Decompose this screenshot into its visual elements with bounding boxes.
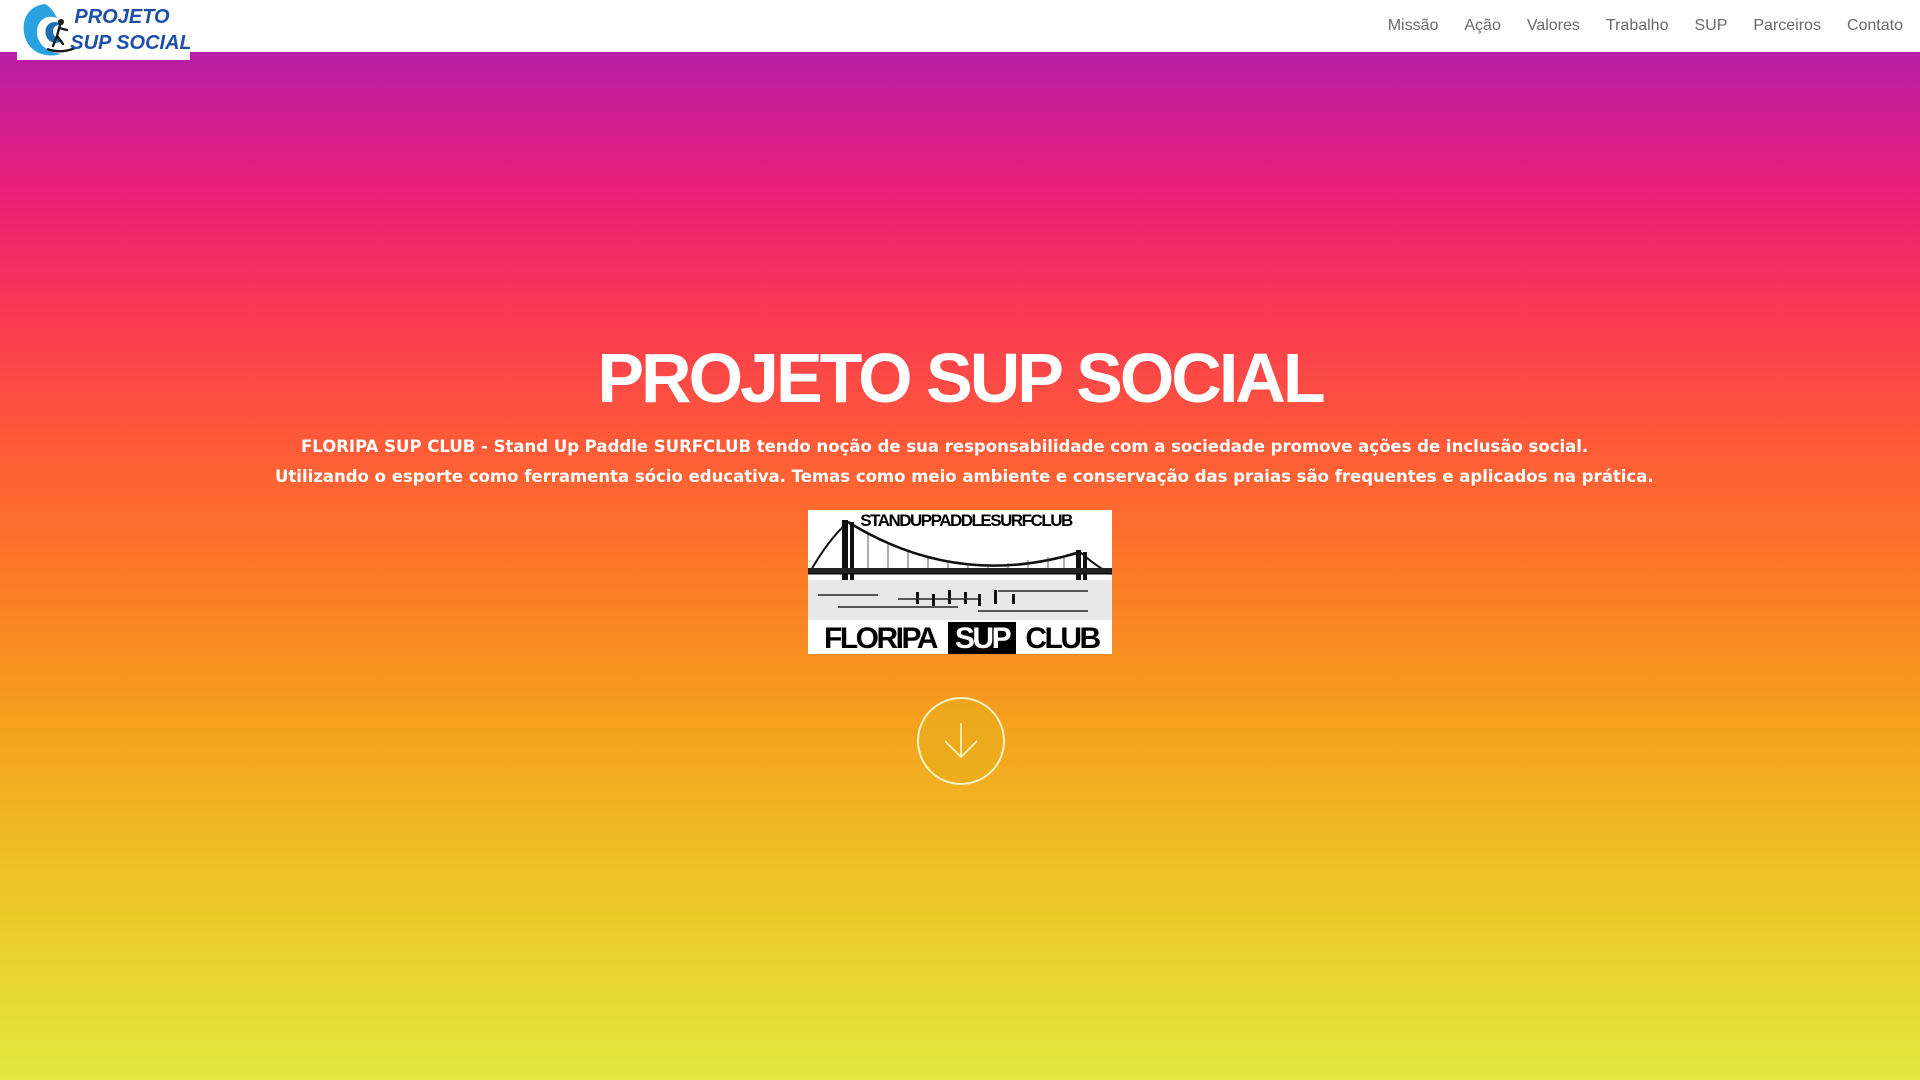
top-navbar: PROJETO SUP SOCIAL Missão Ação Valores T… [0, 0, 1920, 60]
banner-top-text: STANDUPPADDLESURFCLUB [860, 511, 1073, 530]
nav-item-acao[interactable]: Ação [1451, 0, 1513, 52]
site-logo[interactable]: PROJETO SUP SOCIAL [17, 0, 190, 60]
nav-item-missao[interactable]: Missão [1375, 0, 1452, 52]
nav-item-parceiros[interactable]: Parceiros [1740, 0, 1834, 52]
nav-item-trabalho[interactable]: Trabalho [1593, 0, 1682, 52]
logo-line1: PROJETO [74, 6, 170, 28]
banner-bottom-right: CLUB [1025, 622, 1100, 654]
banner-bottom-mid: SUP [955, 622, 1011, 654]
nav-item-contato[interactable]: Contato [1834, 0, 1903, 52]
nav-item-sup[interactable]: SUP [1681, 0, 1740, 52]
nav-item-valores[interactable]: Valores [1514, 0, 1593, 52]
main-nav: Missão Ação Valores Trabalho SUP Parceir… [1375, 0, 1903, 52]
banner-bottom-left: FLORIPA [824, 622, 938, 654]
hero-description: FLORIPA SUP CLUB - Stand Up Paddle SURFC… [275, 437, 1654, 486]
hero-section: PROJETO SUP SOCIAL FLORIPA SUP CLUB - St… [0, 52, 1920, 1080]
hero-title: PROJETO SUP SOCIAL [597, 339, 1325, 417]
logo-line2: SUP SOCIAL [70, 32, 190, 54]
scroll-down-button[interactable] [917, 697, 1005, 785]
club-banner-image: STANDUPPADDLESURFCLUB FLORIPA SUP CLUB [808, 510, 1112, 654]
arrow-down-icon [944, 723, 978, 759]
surfer-wave-icon: PROJETO SUP SOCIAL [23, 4, 190, 56]
